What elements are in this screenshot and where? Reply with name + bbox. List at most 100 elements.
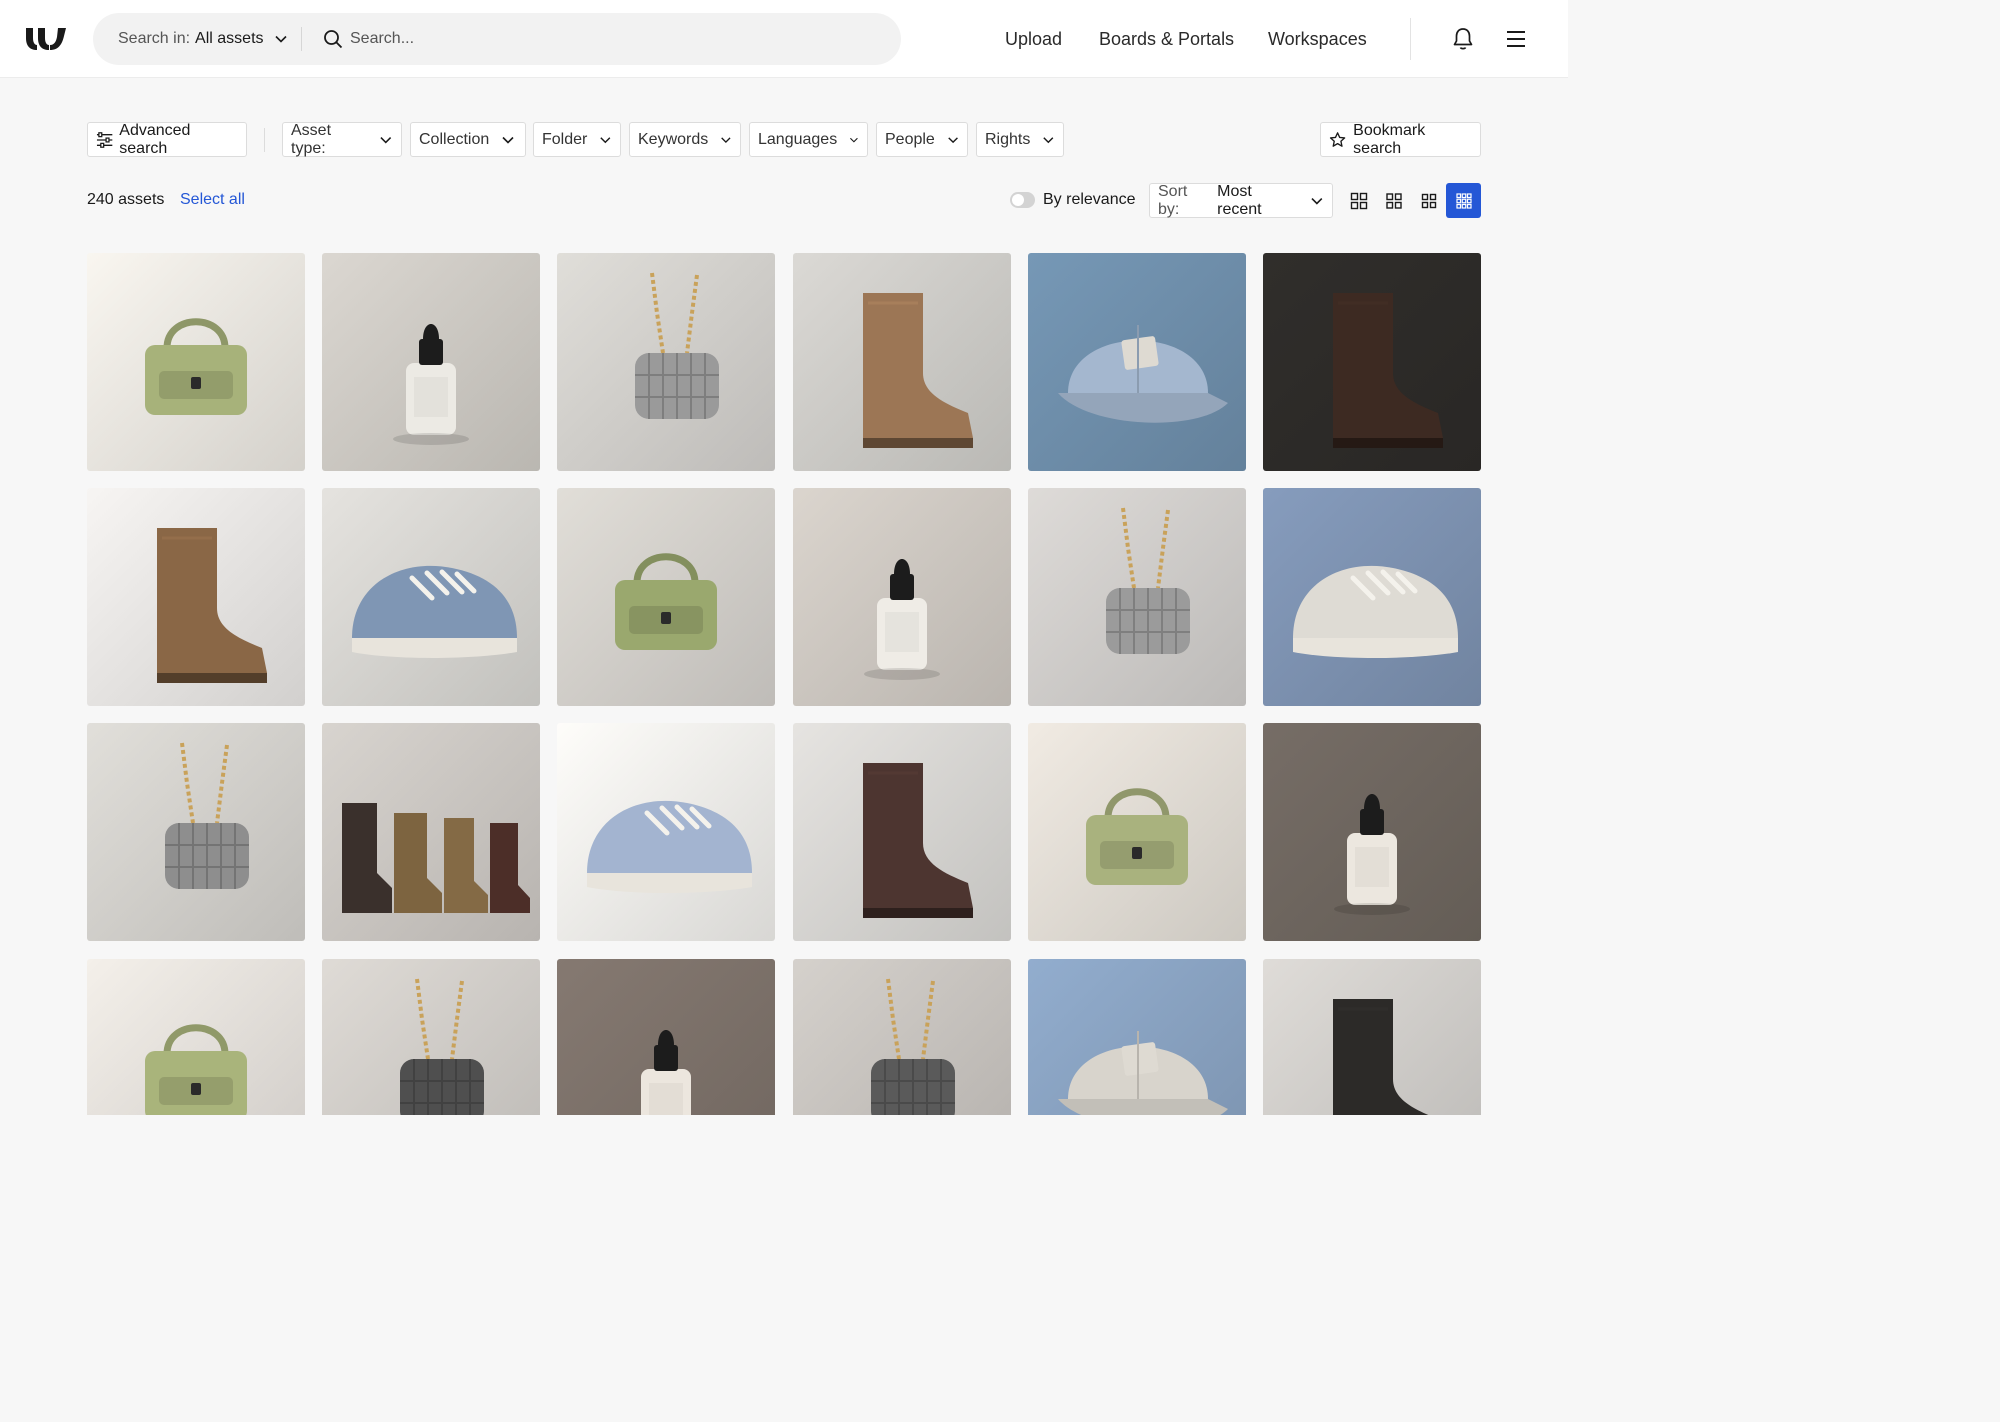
asset-image-boot [792, 253, 1011, 471]
filter-folder-label: Folder [542, 130, 588, 148]
asset-image-dropper [1263, 723, 1481, 942]
asset-thumbnail[interactable] [322, 723, 541, 942]
search-scope-dropdown[interactable]: Search in: All assets [118, 13, 288, 65]
search-icon [324, 30, 343, 49]
sort-value: Most recent [1217, 182, 1262, 218]
filter-collection[interactable]: Collection [410, 122, 526, 157]
filter-folder[interactable]: Folder [533, 122, 621, 157]
asset-image-chain-bag [557, 253, 776, 471]
filter-people-label: People [885, 130, 935, 148]
filter-asset-type[interactable]: Asset type: [282, 122, 402, 157]
asset-image-handbag [557, 488, 776, 707]
asset-thumbnail[interactable] [792, 488, 1011, 707]
asset-thumbnail[interactable] [557, 958, 776, 1115]
sort-label: Sort by: [1158, 182, 1188, 218]
filter-people[interactable]: People [876, 122, 968, 157]
asset-image-handbag [87, 253, 305, 471]
asset-thumbnail[interactable] [322, 253, 541, 471]
asset-image-chain-bag [322, 958, 541, 1115]
asset-thumbnail[interactable] [557, 488, 776, 707]
view-dense-grid-button[interactable] [1446, 183, 1481, 218]
bookmark-search-button[interactable]: Bookmark search [1320, 122, 1481, 157]
chevron-down-icon [948, 136, 958, 143]
filter-rights-label: Rights [985, 130, 1031, 148]
chevron-down-icon [274, 35, 287, 43]
grid-small-icon [1421, 193, 1436, 208]
top-bar: Search in: All assets Upload Boards & Po… [0, 0, 1568, 78]
asset-thumbnail[interactable] [792, 958, 1011, 1115]
filter-divider [264, 128, 265, 152]
nav-workspaces[interactable]: Workspaces [1268, 0, 1367, 78]
view-small-grid-button[interactable] [1411, 183, 1446, 218]
asset-thumbnail[interactable] [87, 253, 305, 471]
advanced-search-button[interactable]: Advanced search [87, 122, 247, 157]
asset-thumbnail[interactable] [792, 253, 1011, 471]
asset-thumbnail[interactable] [322, 958, 541, 1115]
asset-image-boots-row [322, 723, 541, 942]
sliders-icon [96, 131, 113, 148]
view-medium-grid-button[interactable] [1376, 183, 1411, 218]
nav-upload[interactable]: Upload [1005, 0, 1062, 78]
bookmark-search-label: Bookmark search [1353, 121, 1426, 157]
view-large-grid-button[interactable] [1341, 183, 1376, 218]
filter-keywords-label: Keywords [638, 130, 709, 148]
nav-divider [1410, 18, 1411, 60]
search-divider [301, 27, 302, 51]
grid-dense-icon [1455, 192, 1472, 209]
asset-thumbnail[interactable] [1263, 958, 1481, 1115]
star-icon [1329, 131, 1346, 147]
chevron-down-icon [1043, 136, 1054, 143]
nav-boards-portals[interactable]: Boards & Portals [1099, 0, 1234, 78]
filter-rights[interactable]: Rights [976, 122, 1064, 157]
asset-image-dropper [792, 488, 1011, 707]
asset-image-boot [1263, 958, 1481, 1115]
toggle-knob [1012, 194, 1024, 206]
search-scope-value: All assets [195, 30, 264, 47]
filter-keywords[interactable]: Keywords [629, 122, 741, 157]
asset-thumbnail[interactable] [792, 723, 1011, 942]
asset-thumbnail[interactable] [87, 958, 305, 1115]
asset-image-boot [1263, 253, 1481, 471]
filter-languages-label: Languages [758, 130, 838, 148]
chevron-down-icon [1311, 197, 1323, 205]
asset-image-handbag [87, 958, 305, 1115]
asset-image-cap [1027, 253, 1246, 471]
asset-thumbnail[interactable] [1027, 253, 1246, 471]
relevance-label: By relevance [1043, 191, 1136, 208]
asset-thumbnail[interactable] [1027, 723, 1246, 942]
filter-asset-type-label: Asset type: [291, 121, 332, 157]
brand-logo[interactable] [25, 26, 67, 52]
asset-image-cap [1027, 958, 1246, 1115]
sort-dropdown[interactable]: Sort by: Most recent [1149, 183, 1333, 218]
asset-image-dropper [557, 958, 776, 1115]
grid-medium-icon [1385, 192, 1402, 209]
asset-thumbnail[interactable] [87, 723, 305, 942]
asset-thumbnail[interactable] [322, 488, 541, 707]
asset-thumbnail[interactable] [1027, 488, 1246, 707]
relevance-toggle[interactable] [1010, 192, 1035, 208]
chevron-down-icon [600, 136, 611, 143]
asset-thumbnail[interactable] [557, 723, 776, 942]
asset-grid [87, 253, 1481, 1115]
search-scope-label: Search in: [118, 30, 191, 47]
asset-thumbnail[interactable] [1263, 488, 1481, 707]
select-all-link[interactable]: Select all [180, 188, 245, 212]
filter-collection-label: Collection [419, 130, 490, 148]
chevron-down-icon [502, 136, 514, 144]
asset-image-chain-bag [792, 958, 1011, 1115]
search-input[interactable] [350, 21, 870, 57]
asset-image-sneaker [1263, 488, 1481, 707]
asset-thumbnail[interactable] [87, 488, 305, 707]
asset-image-chain-bag [1027, 488, 1246, 707]
asset-thumbnail[interactable] [1263, 723, 1481, 942]
asset-thumbnail[interactable] [1263, 253, 1481, 471]
filter-languages[interactable]: Languages [749, 122, 868, 157]
asset-thumbnail[interactable] [557, 253, 776, 471]
asset-thumbnail[interactable] [1027, 958, 1246, 1115]
asset-count: 240 assets [87, 191, 165, 208]
hamburger-menu-icon[interactable] [1505, 29, 1527, 49]
bell-icon[interactable] [1452, 27, 1474, 51]
chevron-down-icon [380, 136, 392, 144]
asset-image-chain-bag [87, 723, 305, 942]
asset-image-sneaker [322, 488, 541, 707]
